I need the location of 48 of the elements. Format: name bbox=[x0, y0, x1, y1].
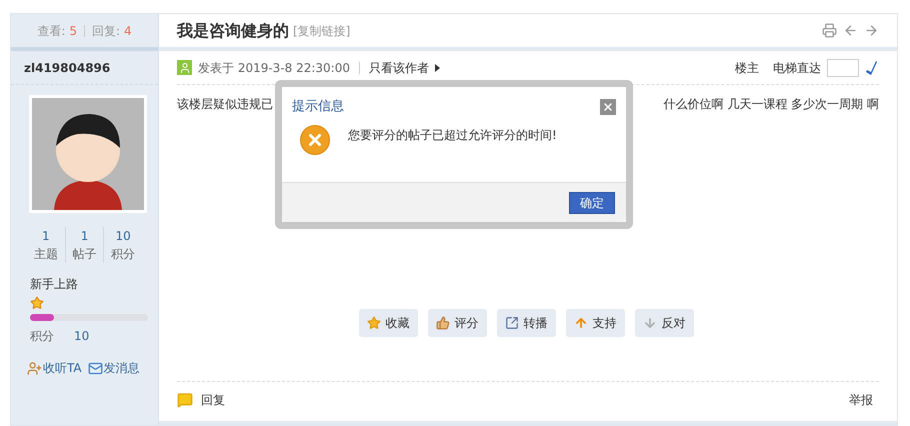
thumbs-up-icon bbox=[436, 316, 450, 330]
points-label: 积分 bbox=[30, 328, 54, 345]
close-icon bbox=[602, 100, 614, 113]
stat-label: 帖子 bbox=[72, 246, 96, 263]
floor-input[interactable] bbox=[827, 58, 859, 76]
stat-label: 积分 bbox=[111, 246, 136, 263]
profile-link[interactable]: 收听TA bbox=[27, 359, 82, 377]
caret-icon bbox=[435, 64, 440, 72]
close-button[interactable] bbox=[600, 98, 616, 115]
arrow-right-icon[interactable] bbox=[864, 23, 879, 38]
post-action-button[interactable]: 转播 bbox=[496, 309, 556, 337]
reply-icon[interactable] bbox=[177, 392, 193, 408]
stat-value[interactable]: 1 bbox=[80, 227, 88, 245]
user-rank: 新手上路 bbox=[30, 276, 79, 293]
author-only-link[interactable]: 只看该作者 bbox=[369, 58, 429, 76]
dialog-title: 提示信息 bbox=[292, 98, 344, 116]
views-label: 查看: bbox=[37, 22, 66, 40]
rank-star-icon bbox=[30, 296, 44, 310]
views-count: 5 bbox=[69, 22, 77, 40]
thread-title: 我是咨询健身的 bbox=[177, 20, 289, 42]
stat-value[interactable]: 1 bbox=[42, 227, 50, 245]
profile-link[interactable]: 发消息 bbox=[88, 359, 140, 377]
jump-label: 电梯直达 bbox=[773, 60, 821, 76]
share-icon bbox=[504, 316, 518, 330]
post-action-button[interactable]: 评分 bbox=[428, 309, 486, 337]
stat-value[interactable]: 10 bbox=[116, 227, 131, 245]
post-action-button[interactable]: 支持 bbox=[566, 309, 624, 337]
replies-count: 4 bbox=[124, 22, 132, 40]
dialog-message: 您要评分的帖子已超过允许评分的时间! bbox=[348, 126, 557, 144]
reply-link[interactable]: 回复 bbox=[201, 390, 225, 408]
author-status-icon bbox=[177, 60, 192, 75]
user-plus-icon bbox=[27, 360, 42, 376]
author-name[interactable]: zl419804896 bbox=[24, 58, 110, 76]
post-content: 什么价位啊 几天一课程 多少次一周期 啊 bbox=[664, 96, 879, 113]
points-value: 10 bbox=[74, 328, 90, 345]
jump-icon[interactable] bbox=[865, 60, 879, 76]
ok-button[interactable]: 确定 bbox=[569, 192, 615, 214]
stat-label: 主题 bbox=[34, 246, 58, 263]
post-time: 发表于 2019-3-8 22:30:00 bbox=[198, 60, 350, 76]
post-action-button[interactable]: 反对 bbox=[634, 309, 694, 337]
star-icon bbox=[366, 316, 380, 330]
post-action-button[interactable]: 收藏 bbox=[358, 309, 418, 337]
report-link[interactable]: 举报 bbox=[849, 390, 873, 408]
post-content: 该楼层疑似违规已 bbox=[177, 96, 273, 113]
print-icon[interactable] bbox=[822, 23, 837, 38]
replies-label: 回复: bbox=[92, 22, 120, 40]
floor-label: 楼主 bbox=[735, 60, 759, 76]
mail-icon bbox=[88, 360, 103, 376]
